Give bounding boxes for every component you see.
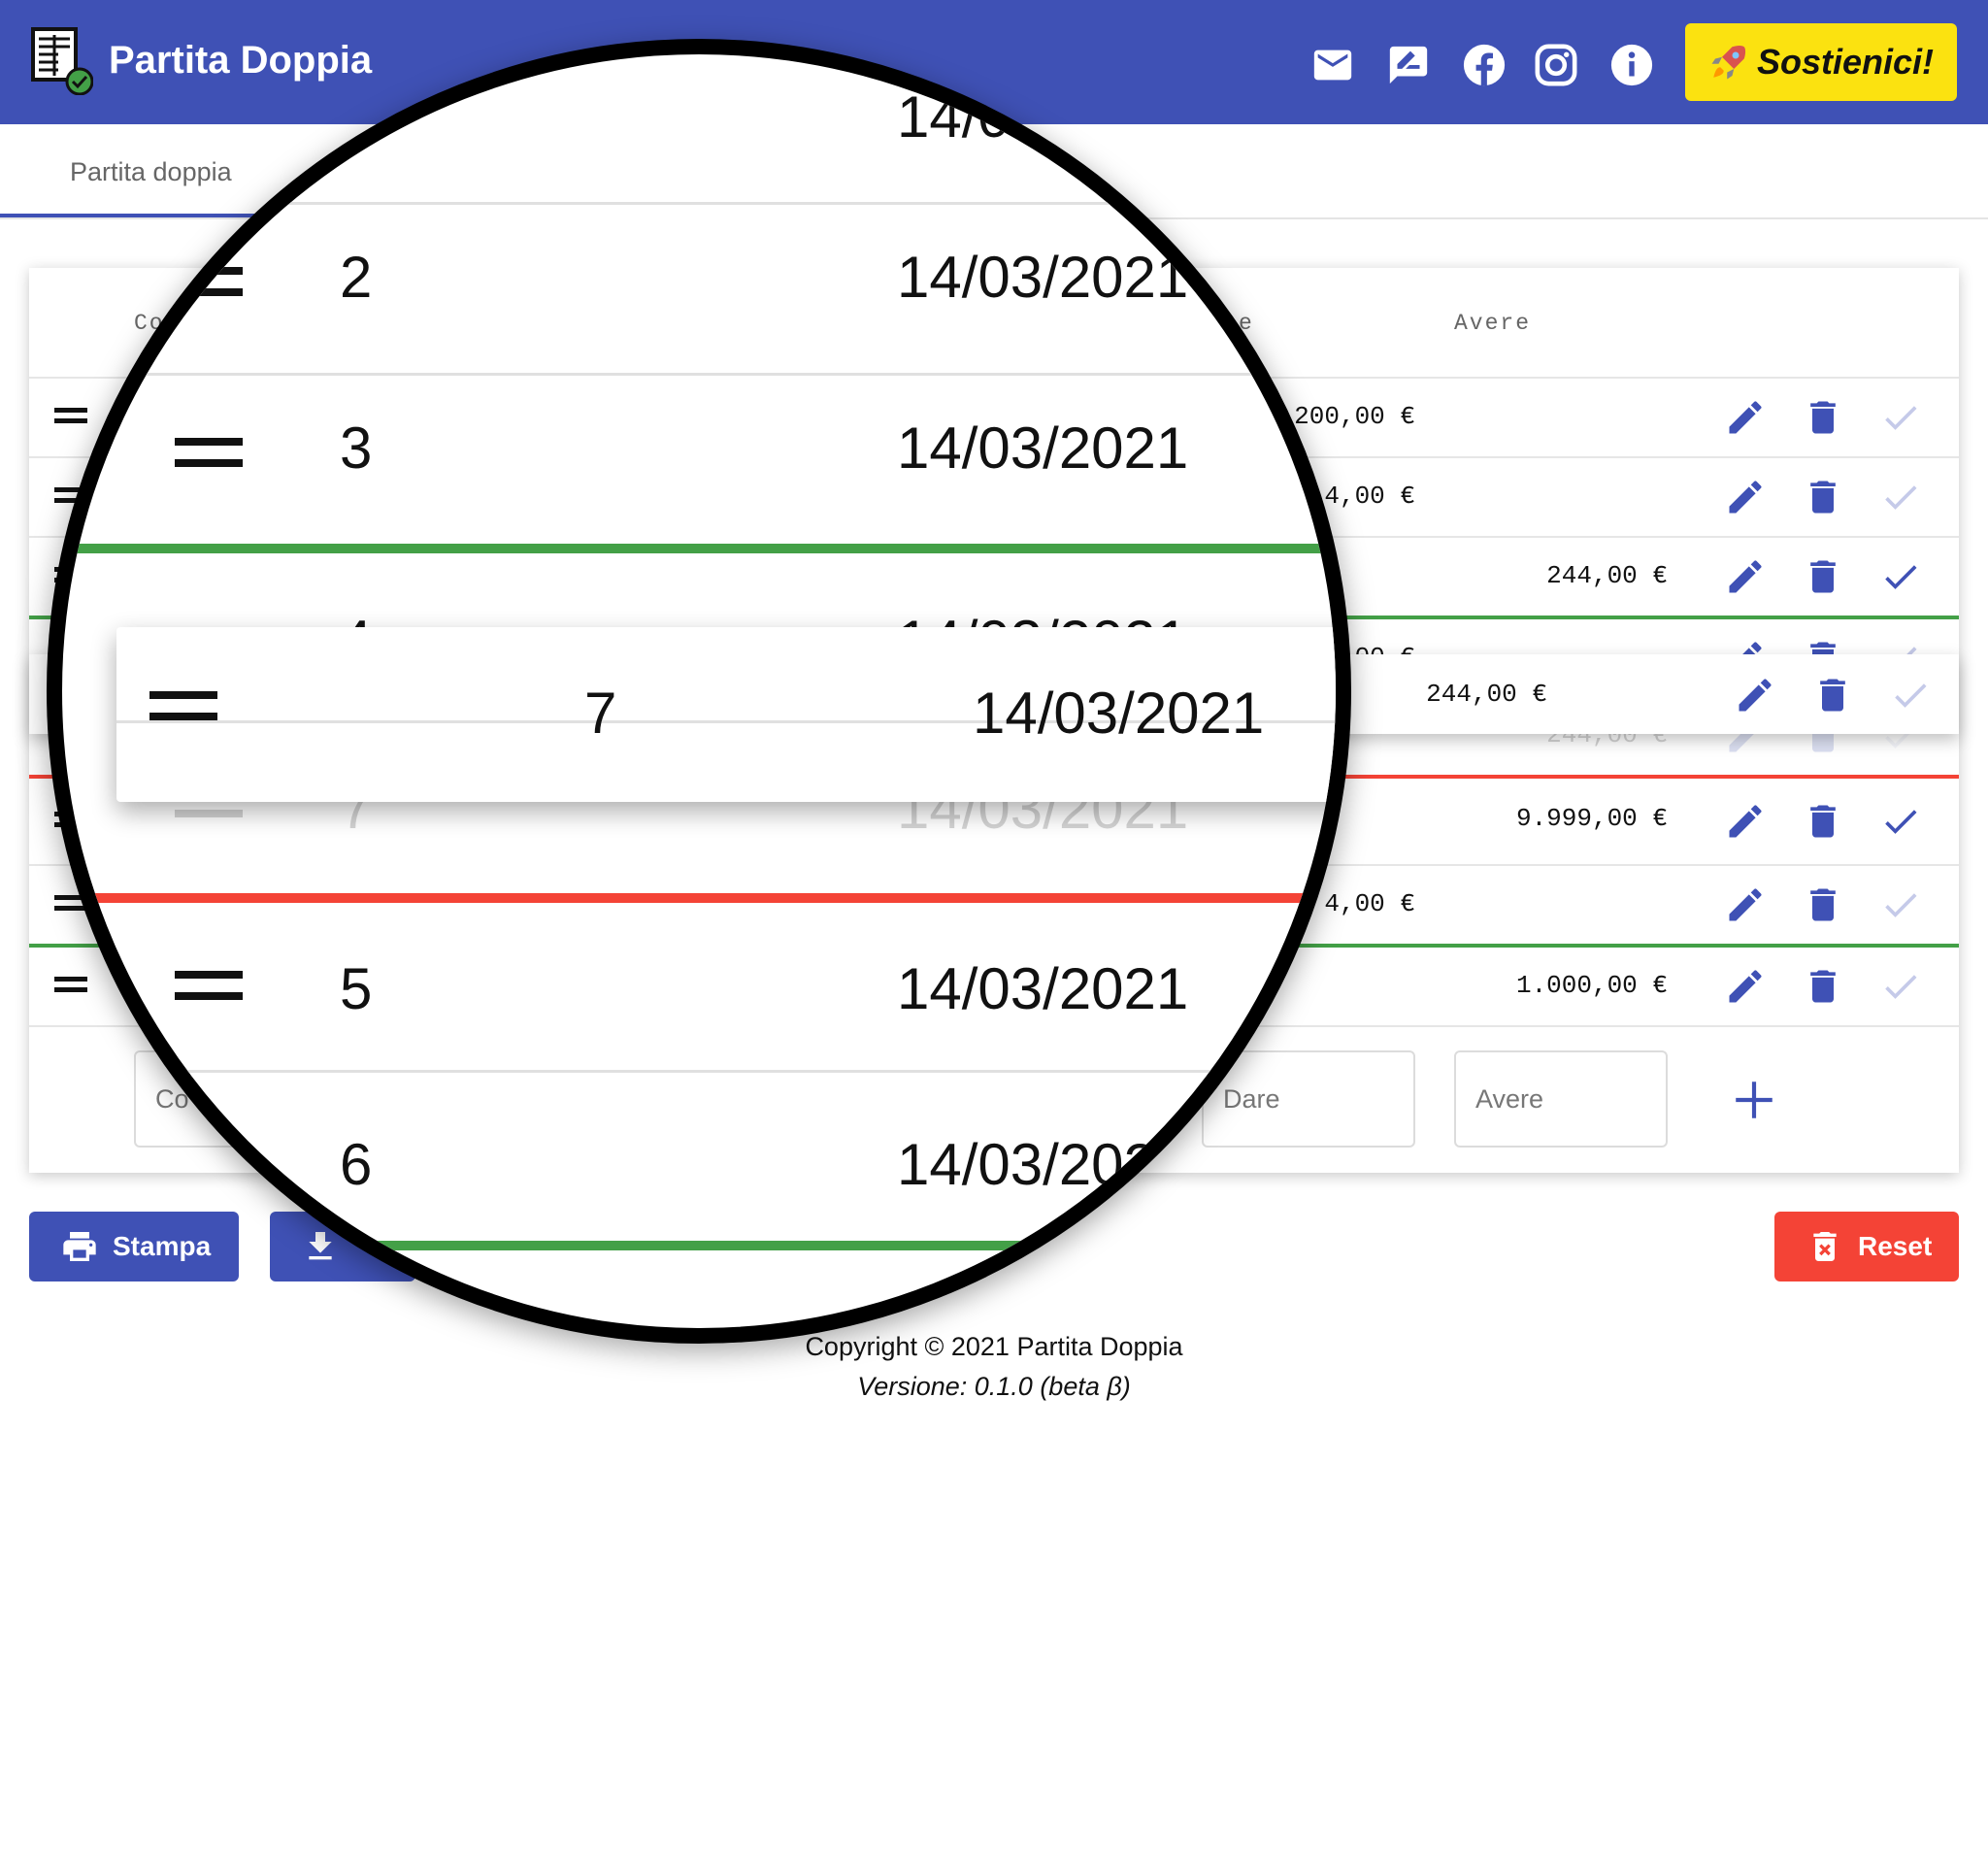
dragged-avere-value: 244,00 € — [1426, 680, 1547, 709]
row-date: 14/03/2021 — [897, 416, 1189, 481]
magnified-dragged-row: 7 14/03/2021 — [116, 627, 1336, 802]
row-number: 6 — [340, 1132, 373, 1197]
edit-icon[interactable] — [1734, 674, 1776, 716]
check-icon[interactable] — [1879, 476, 1922, 518]
row-number: 3 — [340, 416, 373, 481]
row-number: 2 — [340, 245, 373, 310]
check-icon[interactable] — [1879, 396, 1922, 439]
magnified-row-divider — [62, 1241, 1336, 1328]
delete-icon[interactable] — [1802, 396, 1844, 439]
check-icon[interactable] — [1879, 965, 1922, 1008]
magnifier-lens: 14/0 2 14/03/2021 3 14/03/2021 4 14/03/2… — [47, 39, 1351, 1344]
check-icon[interactable] — [1879, 555, 1922, 598]
drag-handle-icon — [175, 971, 243, 1000]
delete-icon[interactable] — [1811, 674, 1854, 716]
drag-handle-icon — [149, 691, 217, 720]
avere-value: 1.000,00 € — [1515, 971, 1668, 1000]
edit-icon[interactable] — [1724, 965, 1767, 1008]
footer: Copyright © 2021 Partita Doppia Versione… — [0, 1332, 1988, 1402]
delete-icon[interactable] — [1802, 800, 1844, 843]
magnified-row: 5 14/03/2021 — [62, 893, 1336, 1064]
copyright-text: Copyright © 2021 Partita Doppia — [805, 1332, 1183, 1361]
check-icon[interactable] — [1879, 800, 1922, 843]
drag-handle-icon — [175, 267, 243, 296]
avere-value: 244,00 € — [1546, 561, 1668, 590]
edit-icon[interactable] — [1724, 396, 1767, 439]
magnified-row: 3 14/03/2021 — [62, 373, 1336, 544]
facebook-icon[interactable] — [1462, 43, 1507, 87]
edit-icon[interactable] — [1724, 883, 1767, 926]
magnified-date-partial: 14/0 — [897, 84, 1011, 150]
rocket-icon — [1711, 45, 1746, 80]
feedback-icon[interactable] — [1386, 43, 1431, 87]
info-icon[interactable] — [1609, 43, 1654, 87]
delete-icon[interactable] — [1802, 476, 1844, 518]
add-icon[interactable] — [1730, 1076, 1778, 1124]
magnified-row: 6 14/03/2021 — [62, 1070, 1336, 1241]
delete-icon[interactable] — [1802, 883, 1844, 926]
row-number: 5 — [340, 956, 373, 1021]
row-number: 7 — [584, 681, 617, 746]
avere-field[interactable] — [1454, 1050, 1668, 1148]
reset-button[interactable]: Reset — [1774, 1212, 1959, 1282]
instagram-icon[interactable] — [1534, 43, 1578, 87]
row-date: 14/03/2021 — [897, 245, 1189, 310]
delete-icon[interactable] — [1802, 555, 1844, 598]
delete-forever-icon — [1813, 1232, 1837, 1261]
row-date: 14/03/2021 — [897, 1132, 1189, 1197]
avere-input[interactable] — [1456, 1052, 1666, 1146]
delete-icon[interactable] — [1802, 965, 1844, 1008]
support-label: Sostienici! — [1756, 42, 1935, 82]
edit-icon[interactable] — [1724, 476, 1767, 518]
avere-value: 9.999,00 € — [1515, 804, 1668, 833]
version-text: Versione: 0.1.0 (beta β) — [857, 1372, 1131, 1401]
drag-handle-icon — [175, 438, 243, 467]
column-header-avere: Avere — [1454, 311, 1532, 336]
dare-value: 4,00 € — [1324, 889, 1415, 918]
reset-label: Reset — [1858, 1231, 1933, 1261]
magnified-row: 2 14/03/2021 — [62, 202, 1336, 373]
check-icon[interactable] — [1889, 674, 1932, 716]
edit-icon[interactable] — [1724, 555, 1767, 598]
edit-icon[interactable] — [1724, 800, 1767, 843]
check-icon[interactable] — [1879, 883, 1922, 926]
support-button[interactable]: Sostienici! — [1685, 23, 1957, 101]
row-date: 14/03/2021 — [897, 956, 1189, 1021]
row-date: 14/03/2021 — [973, 681, 1265, 746]
dare-value: 4,00 € — [1324, 482, 1415, 511]
